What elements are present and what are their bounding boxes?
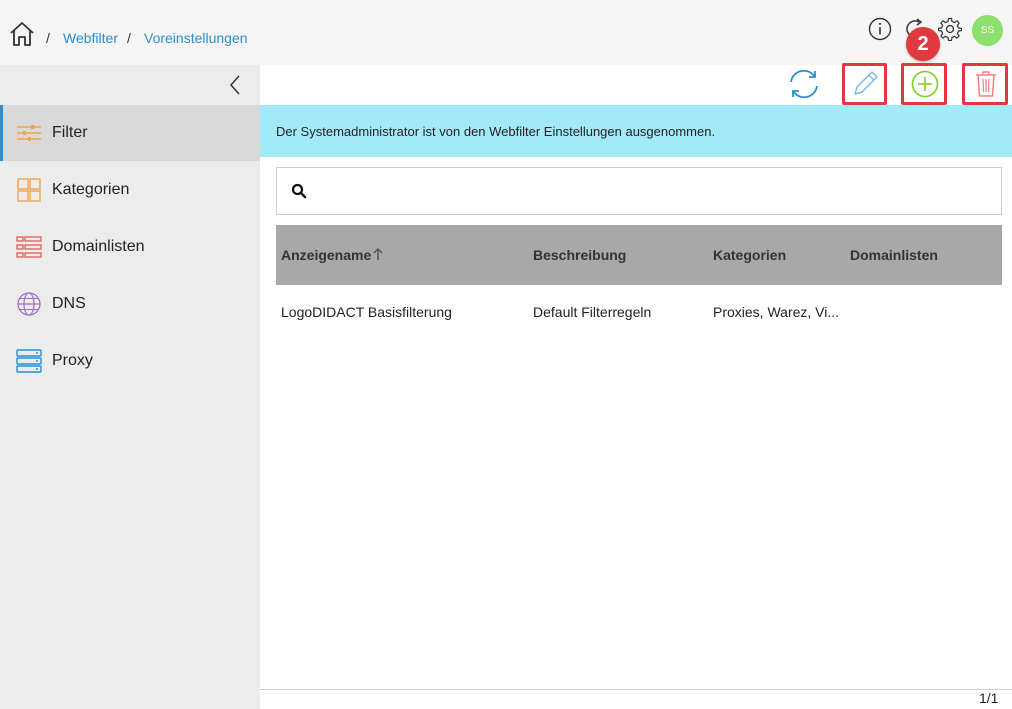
grid-icon <box>17 178 41 202</box>
toolbar <box>260 65 1012 105</box>
sidebar-item-filter[interactable]: Filter <box>0 105 260 161</box>
sidebar-item-label: Proxy <box>52 352 93 369</box>
user-avatar[interactable]: SS <box>972 15 1003 46</box>
sidebar-item-label: Domainlisten <box>52 238 145 255</box>
list-icon <box>16 236 42 258</box>
server-icon <box>16 349 42 373</box>
sidebar-item-domainlisten[interactable]: Domainlisten <box>0 219 260 275</box>
table-header: Anzeigename Beschreibung Kategorien Doma… <box>276 225 1002 285</box>
info-icon[interactable] <box>868 17 892 41</box>
search-icon <box>291 183 307 199</box>
column-header-beschreibung[interactable]: Beschreibung <box>533 247 626 263</box>
breadcrumb-voreinstellungen[interactable]: Voreinstellungen <box>144 30 248 46</box>
annotation-badge-2: 2 <box>906 27 940 61</box>
sidebar-item-dns[interactable]: DNS <box>0 276 260 332</box>
column-header-kategorien[interactable]: Kategorien <box>713 247 786 263</box>
footer-divider <box>260 689 1012 690</box>
info-banner-text: Der Systemadministrator ist von den Webf… <box>276 123 716 139</box>
top-header: / Webfilter / Voreinstellungen SS <box>0 0 1012 65</box>
pagination-indicator: 1/1 <box>979 690 999 706</box>
gear-icon[interactable] <box>938 17 962 41</box>
trash-icon <box>976 71 996 97</box>
sidebar: Filter Kategorien Domainlisten DNS Proxy <box>0 65 260 709</box>
breadcrumb-webfilter[interactable]: Webfilter <box>63 30 118 46</box>
sliders-icon <box>17 125 41 141</box>
search-box[interactable] <box>276 167 1002 215</box>
chevron-left-icon[interactable] <box>226 73 244 97</box>
breadcrumb-separator: / <box>46 30 50 46</box>
sidebar-item-proxy[interactable]: Proxy <box>0 333 260 389</box>
table-row[interactable]: LogoDIDACT Basisfilterung Default Filter… <box>276 285 1002 337</box>
column-header-anzeigename[interactable]: Anzeigename <box>281 247 371 263</box>
sidebar-item-label: DNS <box>52 295 86 312</box>
add-button[interactable] <box>901 63 947 105</box>
globe-icon <box>17 292 41 316</box>
cell-anzeigename: LogoDIDACT Basisfilterung <box>281 304 452 320</box>
cell-kategorien: Proxies, Warez, Vi... <box>713 304 840 320</box>
plus-circle-icon <box>911 70 939 98</box>
home-icon[interactable] <box>8 20 36 48</box>
breadcrumb-separator: / <box>127 30 131 46</box>
delete-button[interactable] <box>962 63 1008 105</box>
search-input[interactable] <box>317 176 991 208</box>
edit-button[interactable] <box>842 63 887 105</box>
refresh-icon[interactable] <box>784 64 824 104</box>
pencil-icon <box>854 71 878 95</box>
sidebar-item-label: Filter <box>52 124 88 141</box>
column-header-domainlisten[interactable]: Domainlisten <box>850 247 938 263</box>
sort-ascending-icon[interactable] <box>372 247 384 261</box>
info-banner: Der Systemadministrator ist von den Webf… <box>260 105 1012 157</box>
sidebar-item-kategorien[interactable]: Kategorien <box>0 162 260 218</box>
cell-beschreibung: Default Filterregeln <box>533 304 652 320</box>
sidebar-item-label: Kategorien <box>52 181 130 198</box>
